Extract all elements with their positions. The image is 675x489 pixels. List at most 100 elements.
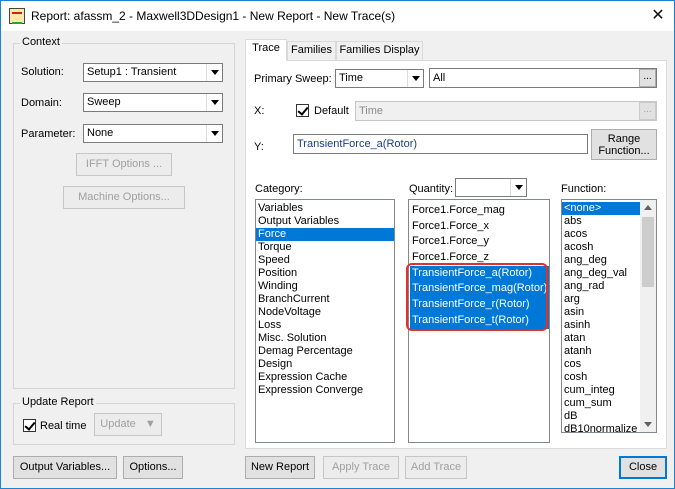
category-item[interactable]: Position [256,267,394,280]
category-item[interactable]: Winding [256,280,394,293]
domain-select[interactable]: Sweep [83,93,223,112]
function-item[interactable]: asinh [562,319,640,332]
close-window-icon[interactable]: ✕ [641,3,675,29]
function-item[interactable]: cum_sum [562,397,640,410]
function-item[interactable]: acosh [562,241,640,254]
category-list[interactable]: Variables Output Variables Force Torque Spee… [255,199,395,443]
ifft-options-button[interactable]: IFFT Options ... [76,153,172,176]
scroll-up-icon[interactable] [640,200,656,216]
parameter-label: Parameter: [21,128,76,140]
function-item[interactable]: ang_deg [562,254,640,267]
primary-sweep-value: Time [339,72,364,84]
function-item[interactable]: abs [562,215,640,228]
quantity-item[interactable]: Force1.Force_y [410,234,549,250]
dropdown-arrow-icon: ▼ [144,418,156,430]
close-button[interactable]: Close [619,456,667,479]
category-item[interactable]: Force [256,228,394,241]
y-label: Y: [254,141,264,153]
output-variables-button[interactable]: Output Variables... [13,456,117,479]
report-app-icon [9,8,25,24]
solution-label: Solution: [21,66,64,78]
tab-trace[interactable]: Trace [245,39,287,61]
x-value: Time [359,105,384,117]
default-label: Default [314,105,349,117]
scroll-down-icon[interactable] [640,416,656,432]
parameter-select[interactable]: None [83,124,223,143]
primary-sweep-label: Primary Sweep: [254,73,332,85]
function-item[interactable]: cum_integ [562,384,640,397]
function-item[interactable]: ang_deg_val [562,267,640,280]
function-item[interactable]: acos [562,228,640,241]
category-item[interactable]: Expression Cache [256,371,394,384]
function-item[interactable]: atanh [562,345,640,358]
category-item[interactable]: Expression Converge [256,384,394,397]
default-checkbox[interactable] [296,104,309,117]
y-field[interactable]: TransientForce_a(Rotor) [293,134,588,154]
category-label: Category: [255,183,303,195]
primary-sweep-range-value: All [433,72,446,84]
quantity-item[interactable]: Force1.Force_x [410,219,549,235]
function-item[interactable]: asin [562,306,640,319]
function-item[interactable]: dB [562,410,640,423]
new-report-button[interactable]: New Report [245,456,315,479]
category-item[interactable]: Variables [256,202,394,215]
function-item[interactable]: cos [562,358,640,371]
function-label: Function: [561,183,607,195]
parameter-value: None [87,127,114,139]
report-dialog: Report: afassm_2 - Maxwell3DDesign1 - Ne… [0,0,675,489]
category-item[interactable]: Design [256,358,394,371]
function-item[interactable]: dB10normalize [562,423,640,432]
category-item[interactable]: Speed [256,254,394,267]
machine-options-button[interactable]: Machine Options... [63,186,185,209]
context-group-label: Context [20,36,62,48]
category-item[interactable]: Loss [256,319,394,332]
primary-sweep-select[interactable]: Time [335,69,424,88]
options-button[interactable]: Options... [123,456,183,479]
category-item[interactable]: BranchCurrent [256,293,394,306]
category-item[interactable]: Demag Percentage [256,345,394,358]
category-item[interactable]: Misc. Solution [256,332,394,345]
title-bar[interactable]: Report: afassm_2 - Maxwell3DDesign1 - Ne… [1,1,674,31]
chevron-down-icon [206,64,222,81]
function-item[interactable]: cosh [562,371,640,384]
quantity-filter-select[interactable] [455,178,527,197]
update-button-label: Update [100,418,136,430]
function-item[interactable]: ang_rad [562,280,640,293]
function-item[interactable]: arg [562,293,640,306]
range-function-button[interactable]: Range Function... [591,129,657,160]
quantity-item[interactable]: Force1.Force_mag [410,203,549,219]
solution-select[interactable]: Setup1 : Transient [83,63,223,82]
apply-trace-button[interactable]: Apply Trace [323,456,399,479]
chevron-down-icon [206,125,222,142]
update-button[interactable]: Update ▼ [94,413,162,436]
function-list-scrollbar[interactable] [640,200,656,432]
quantity-label: Quantity: [409,183,454,195]
scroll-thumb[interactable] [642,217,654,287]
function-list[interactable]: <none> abs acos acosh ang_deg ang_deg_val ang_… [561,199,657,433]
category-item[interactable]: NodeVoltage [256,306,394,319]
x-field[interactable]: Time [355,101,657,121]
chevron-down-icon [407,70,423,87]
add-trace-button[interactable]: Add Trace [405,456,467,479]
x-browse-button[interactable]: ... [639,102,656,120]
y-value: TransientForce_a(Rotor) [297,138,418,150]
primary-sweep-range-field[interactable]: All [429,68,657,88]
x-label: X: [254,105,265,117]
domain-label: Domain: [21,97,62,109]
tab-families-display[interactable]: Families Display [336,41,423,60]
function-item[interactable]: <none> [562,202,640,215]
update-report-label: Update Report [20,396,96,408]
tab-families[interactable]: Families [287,41,336,60]
category-item[interactable]: Torque [256,241,394,254]
primary-sweep-browse-button[interactable]: ... [639,69,656,87]
domain-value: Sweep [87,96,121,108]
chevron-down-icon [206,94,222,111]
solution-value: Setup1 : Transient [87,66,177,78]
function-item[interactable]: atan [562,332,640,345]
selected-quantities-highlight [406,263,548,331]
realtime-label: Real time [40,420,87,432]
realtime-checkbox[interactable] [23,419,36,432]
category-item[interactable]: Output Variables [256,215,394,228]
window-title: Report: afassm_2 - Maxwell3DDesign1 - Ne… [31,9,396,23]
chevron-down-icon [510,179,526,196]
